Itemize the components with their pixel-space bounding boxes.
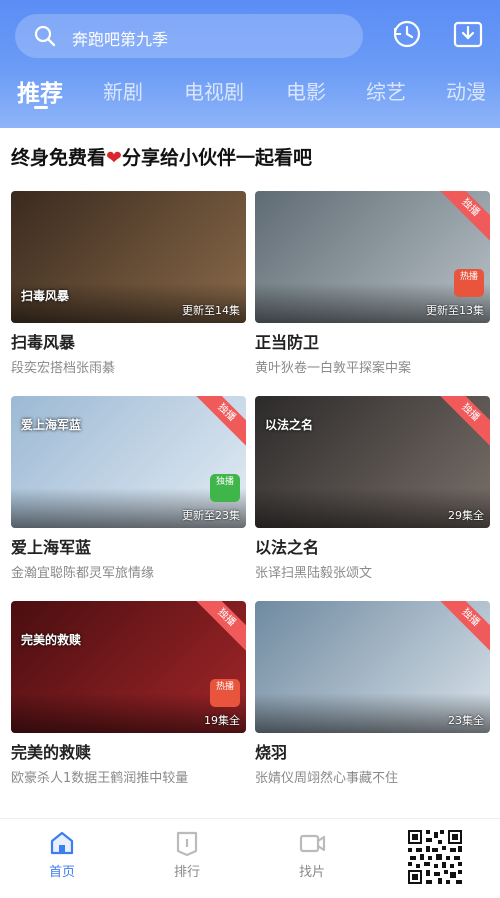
exclusive-ribbon: 独播 (191, 601, 246, 653)
status-badge: 热播 (454, 269, 484, 297)
episode-count: 23集全 (448, 714, 484, 727)
poster-image[interactable]: 独播 23集全 (255, 601, 490, 733)
poster-image[interactable]: 爱上海军蓝 独播 独播 更新至23集 (11, 396, 246, 528)
card-title[interactable]: 以法之名 (255, 534, 490, 558)
video-card[interactable]: 独播 23集全烧羽张婧仪周翊然心事藏不住 (255, 601, 490, 786)
card-subtitle: 黄叶狄卷一白敦平探案中案 (255, 361, 412, 376)
card-subtitle: 金瀚宜聪陈都灵军旅情缘 (11, 566, 155, 581)
poster-title-art: 完美的救赎 (21, 633, 82, 647)
status-badge: 热播 (210, 679, 240, 707)
exclusive-ribbon: 独播 (191, 396, 246, 448)
card-subtitle: 欧豪杀人1数据王鹤润推中较量 (11, 771, 189, 786)
tab-recommend[interactable]: 推荐 (17, 74, 63, 108)
status-badge: 独播 (210, 474, 240, 502)
download-icon[interactable] (452, 18, 484, 50)
poster-image[interactable]: 以法之名 独播 29集全 (255, 396, 490, 528)
episode-count: 19集全 (204, 714, 240, 727)
video-card[interactable]: 完美的救赎 独播 热播 19集全 完美的救赎 欧豪杀人1数据王鹤润推中较量 (11, 601, 246, 786)
tab-variety[interactable]: 综艺 (366, 76, 406, 105)
home-icon (50, 831, 74, 855)
card-subtitle: 张婧仪周翊然心事藏不住 (255, 771, 399, 786)
episode-count: 更新至13集 (426, 304, 484, 317)
poster-image[interactable]: 独播热播更新至13集 (255, 191, 490, 323)
poster-title-art: 扫毒风暴 (21, 289, 70, 303)
card-title[interactable]: 烧羽 (255, 739, 490, 763)
top-header: 奔跑吧第九季 推荐 新剧 电视剧 电影 综艺 动漫 (0, 0, 500, 128)
history-icon[interactable] (391, 18, 423, 50)
card-title[interactable]: 爱上海军蓝 (11, 534, 246, 558)
video-icon (299, 834, 326, 853)
video-card[interactable]: 独播热播更新至13集正当防卫黄叶狄卷一白敦平探案中案 (255, 191, 490, 376)
poster-title-art: 以法之名 (265, 418, 314, 432)
episode-count: 更新至14集 (182, 304, 240, 317)
card-title[interactable]: 完美的救赎 (11, 739, 246, 763)
tab-tv-series[interactable]: 电视剧 (184, 76, 244, 105)
ranking-icon (176, 831, 198, 857)
tab-anime[interactable]: 动漫 (446, 76, 486, 105)
tab-movie[interactable]: 电影 (286, 76, 326, 105)
video-card[interactable]: 扫毒风暴 更新至14集 扫毒风暴 段奕宏搭档张雨綦 (11, 191, 246, 376)
poster-image[interactable]: 扫毒风暴更新至14集 (11, 191, 246, 323)
nav-home[interactable]: 首页 (22, 829, 102, 880)
heart-icon: ❤ (106, 147, 122, 169)
nav-ranking[interactable]: 排行 (147, 829, 227, 880)
video-card[interactable]: 爱上海军蓝 独播 独播 更新至23集 爱上海军蓝 金瀚宜聪陈都灵军旅情缘 (11, 396, 246, 581)
card-title[interactable]: 正当防卫 (255, 329, 490, 353)
card-subtitle: 段奕宏搭档张雨綦 (11, 361, 116, 376)
poster-title-art: 爱上海军蓝 (21, 418, 82, 432)
qr-code[interactable] (406, 828, 464, 886)
poster-image[interactable]: 完美的救赎 独播热播 19集全 (11, 601, 246, 733)
search-bar[interactable]: 奔跑吧第九季 (15, 14, 363, 58)
exclusive-ribbon: 独播 (435, 601, 490, 653)
category-tabs: 推荐 新剧 电视剧 电影 综艺 动漫 (0, 70, 500, 120)
card-subtitle: 张译扫黑陆毅张颂文 (255, 566, 373, 581)
active-tab-indicator (34, 106, 48, 109)
exclusive-ribbon: 独播 (435, 191, 490, 243)
search-icon (34, 25, 56, 47)
episode-count: 更新至23集 (182, 509, 240, 522)
exclusive-ribbon: 独播 (435, 396, 490, 448)
section-title: 终身免费看❤分享给小伙伴一起看吧 (11, 147, 312, 169)
nav-find-video[interactable]: 找片 (272, 829, 352, 880)
episode-count: 29集全 (448, 509, 484, 522)
search-placeholder: 奔跑吧第九季 (72, 30, 169, 49)
card-title[interactable]: 扫毒风暴 (11, 329, 246, 353)
video-card[interactable]: 以法之名 独播 29集全 以法之名 张译扫黑陆毅张颂文 (255, 396, 490, 581)
tab-new-drama[interactable]: 新剧 (103, 76, 143, 105)
